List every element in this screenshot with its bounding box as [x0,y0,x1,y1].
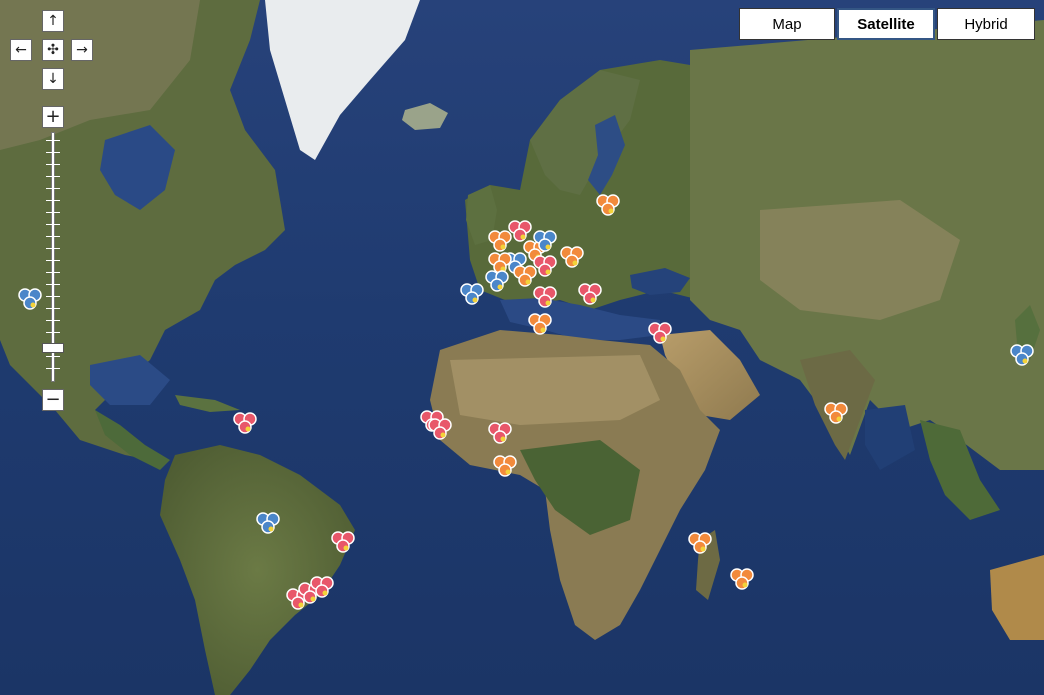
satellite-map[interactable]: ↑ ← ✣ → ↓ + − Map Satellite Hybrid [0,0,1044,695]
cluster-marker-orange[interactable] [730,568,754,590]
cluster-marker-red[interactable] [508,220,532,242]
cluster-marker-red[interactable] [233,412,257,434]
cluster-marker-red[interactable] [428,418,452,440]
cluster-marker-red[interactable] [488,422,512,444]
cluster-marker-blue[interactable] [18,288,42,310]
cluster-marker-orange[interactable] [688,532,712,554]
cluster-marker-red[interactable] [648,322,672,344]
cluster-marker-red[interactable] [533,255,557,277]
cluster-marker-blue[interactable] [460,283,484,305]
cluster-marker-orange[interactable] [488,252,512,274]
cluster-marker-blue[interactable] [485,270,509,292]
cluster-marker-red[interactable] [331,531,355,553]
cluster-marker-orange[interactable] [560,246,584,268]
marker-layer [18,194,1034,610]
cluster-marker-orange[interactable] [528,313,552,335]
cluster-marker-red[interactable] [533,286,557,308]
cluster-marker-orange[interactable] [493,455,517,477]
cluster-marker-orange[interactable] [824,402,848,424]
cluster-marker-blue[interactable] [256,512,280,534]
cluster-marker-blue[interactable] [1010,344,1034,366]
cluster-marker-orange[interactable] [596,194,620,216]
cluster-marker-orange[interactable] [513,265,537,287]
cluster-marker-orange[interactable] [488,230,512,252]
cluster-marker-red[interactable] [578,283,602,305]
